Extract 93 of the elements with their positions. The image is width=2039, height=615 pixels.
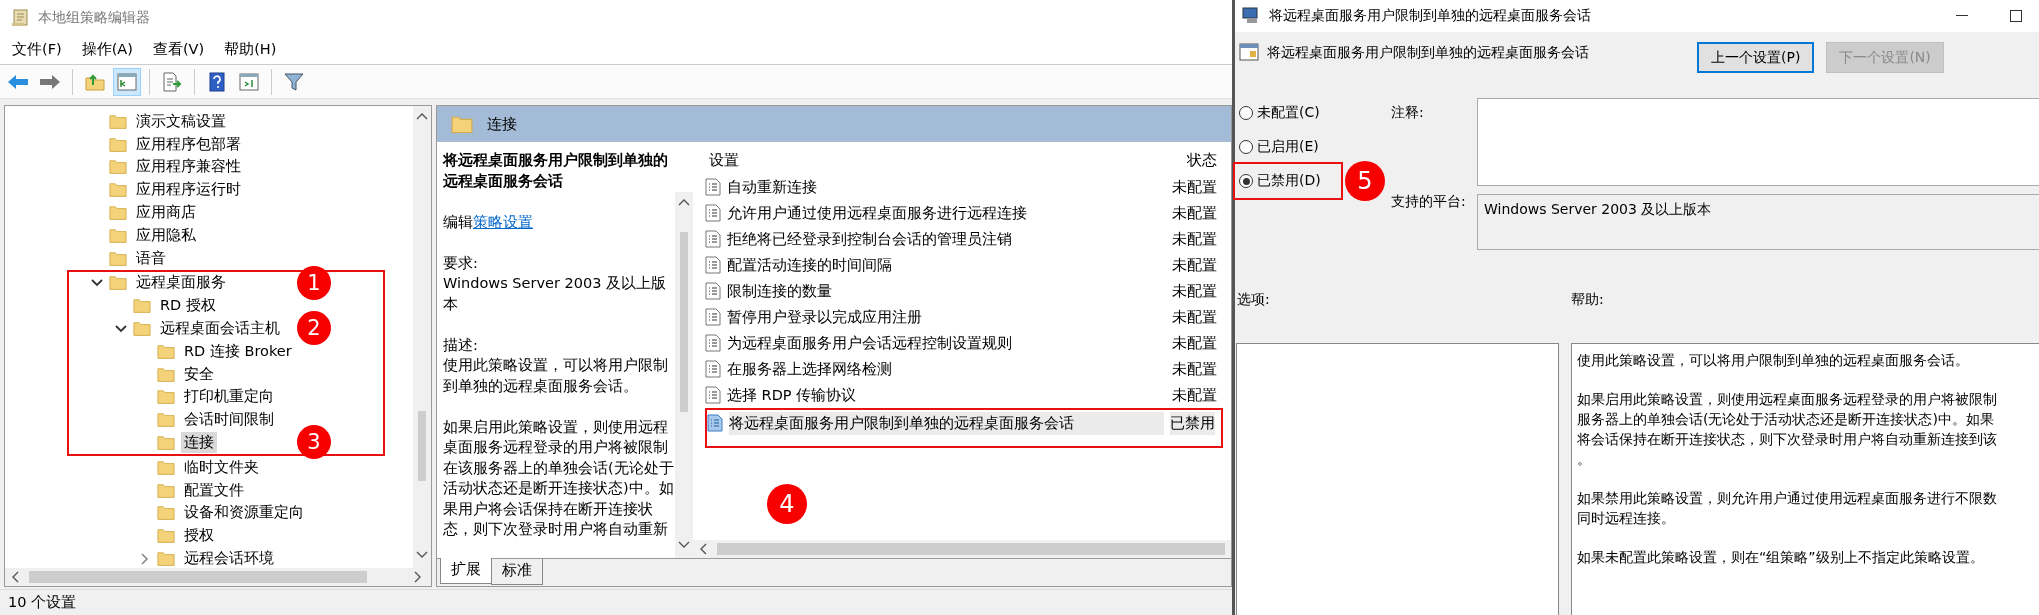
tree-item[interactable]: RD 连接 Broker xyxy=(181,340,295,362)
policy-state: 已禁用 xyxy=(1170,411,1215,435)
policy-name: 为远程桌面服务用户会话远程控制设置规则 xyxy=(727,333,1013,353)
policy-row[interactable]: 为远程桌面服务用户会话远程控制设置规则 未配置 xyxy=(705,330,1223,356)
tree-item[interactable]: 远程桌面会话主机 xyxy=(157,318,283,340)
tree-item[interactable]: 连接 xyxy=(181,432,217,454)
requirements-label: 要求: xyxy=(443,253,479,273)
policy-name: 配置活动连接的时间间隔 xyxy=(727,255,893,275)
column-header[interactable]: 状态 xyxy=(1185,150,1217,170)
policy-name: 允许用户通过使用远程桌面服务进行远程连接 xyxy=(727,203,1028,223)
policy-row[interactable]: 允许用户通过使用远程桌面服务进行远程连接 未配置 xyxy=(705,200,1223,226)
help-text: 如果启用此策略设置，则使用远程桌面服务远程登录的用户将被限制 xyxy=(1577,390,1998,409)
view-tab[interactable]: 扩展 xyxy=(440,558,492,584)
tree-item[interactable]: 安全 xyxy=(181,363,217,385)
step-marker: 5 xyxy=(1345,161,1385,201)
description-label: 描述: xyxy=(443,335,479,355)
policy-state: 未配置 xyxy=(1172,177,1217,197)
tree-item[interactable]: 打印机重定向 xyxy=(181,386,277,408)
policy-row[interactable]: 暂停用户登录以完成应用注册 未配置 xyxy=(705,304,1223,330)
tree-item[interactable]: 配置文件 xyxy=(181,479,247,501)
help-text: 如果禁用此策略设置，则允许用户通过使用远程桌面服务进行不限数 xyxy=(1577,489,1998,508)
help-label: 帮助: xyxy=(1571,291,1605,309)
policy-state: 未配置 xyxy=(1172,307,1217,327)
platform-label: 支持的平台: xyxy=(1391,193,1467,211)
tree-item[interactable]: 设备和资源重定向 xyxy=(181,502,307,524)
policy-row[interactable]: 配置活动连接的时间间隔 未配置 xyxy=(705,252,1223,278)
radio-option[interactable]: 已禁用(D) xyxy=(1239,170,1321,192)
policy-state: 未配置 xyxy=(1172,203,1217,223)
step-marker: 4 xyxy=(767,484,807,524)
policy-name: 暂停用户登录以完成应用注册 xyxy=(727,307,923,327)
policy-state: 未配置 xyxy=(1172,255,1217,275)
tree-item[interactable]: RD 授权 xyxy=(157,295,219,317)
policy-name: 在服务器上选择网络检测 xyxy=(727,359,893,379)
dialog-title: 将远程桌面服务用户限制到单独的远程桌面服务会话 xyxy=(1269,7,1592,25)
tree-item[interactable]: 语音 xyxy=(133,247,169,269)
policy-state: 未配置 xyxy=(1172,333,1217,353)
comment-label: 注释: xyxy=(1391,104,1425,122)
help-text: 。 xyxy=(1577,450,1592,469)
policy-state: 未配置 xyxy=(1172,359,1217,379)
edit-policy-text: 编辑策略设置 xyxy=(443,212,534,232)
help-text: 同时远程连接。 xyxy=(1577,509,1676,528)
platform-field: Windows Server 2003 及以上版本 xyxy=(1477,194,2039,250)
folder-heading: 连接 xyxy=(487,114,517,134)
tree-item[interactable]: 临时文件夹 xyxy=(181,456,262,478)
tree-item[interactable]: 远程会话环境 xyxy=(181,548,277,568)
tree-item[interactable]: 应用程序兼容性 xyxy=(133,156,244,178)
menu-item[interactable]: 查看(V) xyxy=(144,37,213,62)
policy-name: 限制连接的数量 xyxy=(727,281,833,301)
policy-title: 将远程桌面服务用户限制到单独的远程桌面服务会话 xyxy=(443,151,669,191)
menu-item[interactable]: 帮助(H) xyxy=(216,37,285,62)
policy-state: 未配置 xyxy=(1172,385,1217,405)
tree-item[interactable]: 应用隐私 xyxy=(133,224,199,246)
policy-state: 未配置 xyxy=(1172,229,1217,249)
tree-item[interactable]: 远程桌面服务 xyxy=(133,272,229,294)
policy-name: 自动重新连接 xyxy=(727,177,818,197)
help-text: 服务器上的单独会话(无论处于活动状态还是断开连接状态)中。如果 xyxy=(1577,410,1995,429)
view-tab[interactable]: 标准 xyxy=(491,559,543,585)
policy-row[interactable]: 限制连接的数量 未配置 xyxy=(705,278,1223,304)
policy-name: 拒绝将已经登录到控制台会话的管理员注销 xyxy=(727,229,1013,249)
tree-item[interactable]: 会话时间限制 xyxy=(181,409,277,431)
options-label: 选项: xyxy=(1237,291,1271,309)
tree-item[interactable]: 演示文稿设置 xyxy=(133,110,229,132)
help-text: 如果未配置此策略设置，则在“组策略”级别上不指定此策略设置。 xyxy=(1577,548,1985,567)
policy-row[interactable]: 在服务器上选择网络检测 未配置 xyxy=(705,356,1223,382)
menu-item[interactable]: 文件(F) xyxy=(4,37,70,62)
step-marker: 2 xyxy=(297,311,331,346)
policy-row[interactable]: 拒绝将已经登录到控制台会话的管理员注销 未配置 xyxy=(705,226,1223,252)
menu-item[interactable]: 操作(A) xyxy=(73,37,141,62)
tree-item[interactable]: 应用程序运行时 xyxy=(133,179,244,201)
tree-item[interactable]: 授权 xyxy=(181,525,217,547)
description-text: 使用此策略设置，可以将用户限制到单独的远程桌面服务会话。 xyxy=(443,356,669,396)
policy-row[interactable]: 选择 RDP 传输协议 未配置 xyxy=(705,382,1223,408)
policy-row[interactable]: 自动重新连接 未配置 xyxy=(705,174,1223,200)
help-text: 将会话保持在断开连接状态，则下次登录时用户将自动重新连接到该 xyxy=(1577,430,1998,449)
policy-state: 未配置 xyxy=(1172,281,1217,301)
column-header[interactable]: 设置 xyxy=(707,150,739,170)
tree-item[interactable]: 应用商店 xyxy=(133,202,199,224)
policy-row[interactable]: 将远程桌面服务用户限制到单独的远程桌面服务会话 已禁用 xyxy=(707,410,1221,436)
policy-heading: 将远程桌面服务用户限制到单独的远程桌面服务会话 xyxy=(1267,43,1590,62)
tree-item[interactable]: 应用程序包部署 xyxy=(133,133,244,155)
setting-nav-button[interactable]: 上一个设置(P) xyxy=(1697,42,1815,73)
radio-option[interactable]: 未配置(C) xyxy=(1239,102,1320,124)
requirements-text: Windows Server 2003 及以上版本 xyxy=(443,274,667,314)
description-text: 如果启用此策略设置，则使用远程桌面服务远程登录的用户将被限制在该服务器上的单独会话(无论处于活动状态还是断开连接状态)中。如果用户将会话保持在断开连接状态，则下次登录时用户将自动重新 xyxy=(443,417,675,539)
step-marker: 3 xyxy=(297,425,331,460)
policy-name: 选择 RDP 传输协议 xyxy=(727,385,858,405)
status-text: 10 个设置 xyxy=(0,589,1232,615)
policy-settings-link[interactable]: 策略设置 xyxy=(473,213,533,230)
step-marker: 1 xyxy=(297,265,331,300)
help-text: 使用此策略设置，可以将用户限制到单独的远程桌面服务会话。 xyxy=(1577,351,1970,370)
radio-option[interactable]: 已启用(E) xyxy=(1239,136,1319,158)
policy-name: 将远程桌面服务用户限制到单独的远程桌面服务会话 xyxy=(729,411,1164,435)
window-title: 本地组策略编辑器 xyxy=(38,8,150,27)
